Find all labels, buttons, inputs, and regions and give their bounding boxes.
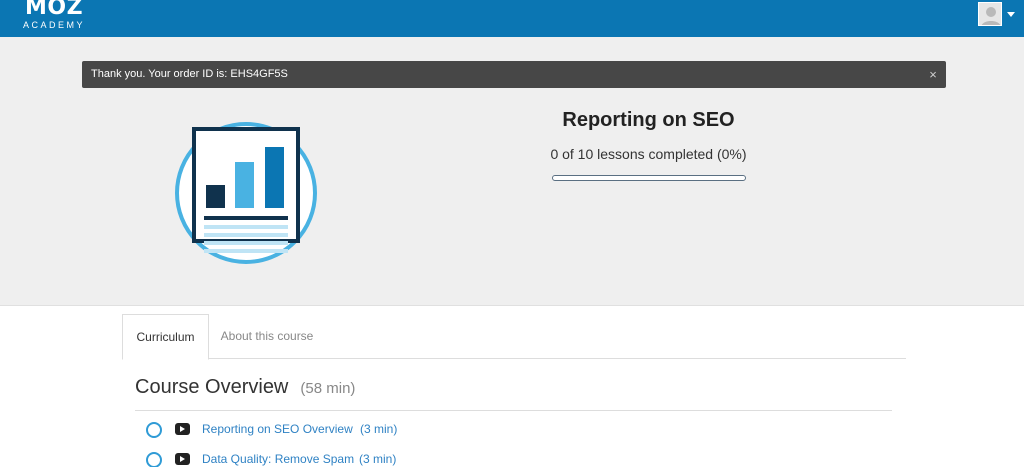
lesson-status-circle-icon[interactable] <box>146 422 162 438</box>
alert-message: Thank you. Your order ID is: EHS4GF5S <box>91 68 288 80</box>
lesson-status-circle-icon[interactable] <box>146 452 162 467</box>
close-icon[interactable]: × <box>926 61 940 88</box>
tab-about-this-course[interactable]: About this course <box>210 314 324 359</box>
course-title: Reporting on SEO <box>562 109 735 131</box>
section-duration: (58 min) <box>300 380 356 397</box>
user-menu-chevron-down-icon[interactable] <box>1007 12 1015 17</box>
tab-curriculum[interactable]: Curriculum <box>122 314 209 360</box>
lesson-duration: (3 min) <box>359 452 397 466</box>
top-bar: MOZ ACADEMY <box>0 0 1024 37</box>
lesson-item: Data Quality: Remove Spam (3 min) <box>146 451 646 467</box>
video-icon <box>175 453 190 465</box>
course-progress-bar <box>552 175 746 181</box>
logo-academy-text: ACADEMY <box>22 20 85 30</box>
lesson-link[interactable]: Data Quality: Remove Spam <box>202 452 354 466</box>
order-confirmation-alert: Thank you. Your order ID is: EHS4GF5S × <box>82 61 946 88</box>
section-divider <box>135 410 892 411</box>
course-tabs: Curriculum About this course <box>122 314 906 360</box>
logo-moz-text: MOZ <box>24 0 84 20</box>
section-title: Course Overview (58 min) <box>135 376 355 399</box>
video-icon <box>175 423 190 435</box>
course-hero: Thank you. Your order ID is: EHS4GF5S × … <box>0 37 1024 306</box>
lessons-progress-text: 0 of 10 lessons completed (0%) <box>550 146 747 162</box>
moz-academy-logo[interactable]: MOZ ACADEMY <box>18 0 90 33</box>
bar-chart-report-icon <box>172 121 320 265</box>
section-title-text: Course Overview <box>135 376 289 398</box>
lesson-duration: (3 min) <box>360 422 398 436</box>
lesson-item: Reporting on SEO Overview (3 min) <box>146 421 646 439</box>
lesson-link[interactable]: Reporting on SEO Overview <box>202 422 353 436</box>
user-avatar-icon[interactable] <box>978 2 1002 26</box>
